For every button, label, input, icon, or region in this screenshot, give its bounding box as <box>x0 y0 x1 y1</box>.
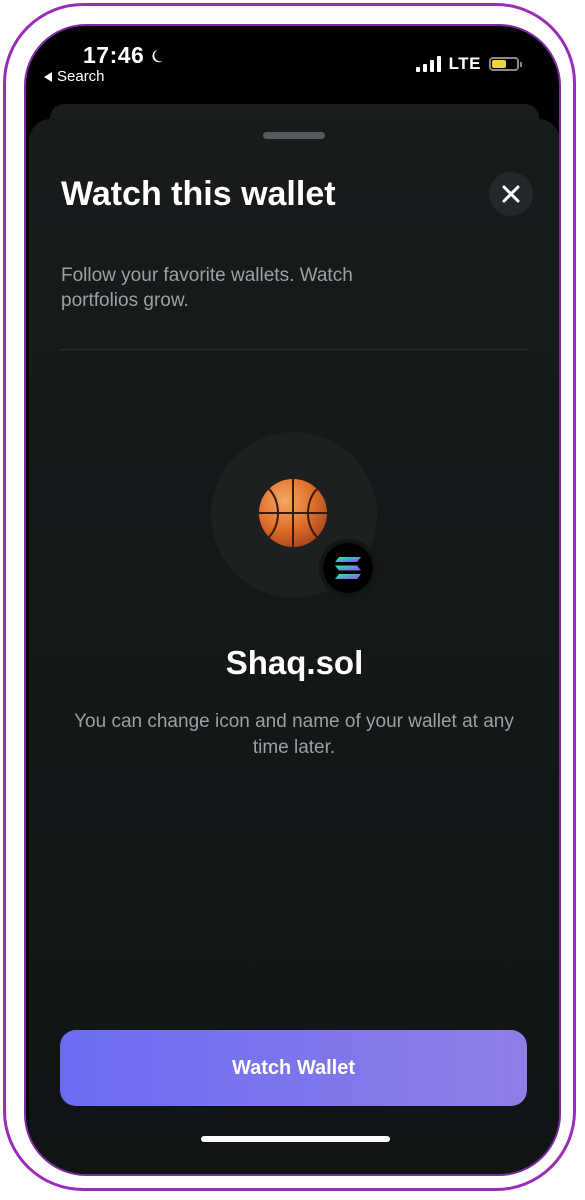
signal-icon <box>415 56 441 72</box>
close-button[interactable] <box>489 172 533 216</box>
phone-screen: 17:46 Search LTE Watch this wallet Follo… <box>24 24 561 1176</box>
moon-icon <box>152 49 163 62</box>
status-time: 17:46 <box>83 42 168 69</box>
close-icon <box>502 185 520 203</box>
wallet-name: Shaq.sol <box>225 644 364 681</box>
network-type: LTE <box>448 54 481 73</box>
wallet-hint: You can change icon and name of your wal… <box>74 711 514 758</box>
watch-wallet-sheet: Watch this wallet Follow your favorite w… <box>29 119 559 1174</box>
watch-wallet-button[interactable]: Watch Wallet <box>60 1030 527 1106</box>
battery-icon <box>489 57 522 71</box>
sheet-title: Watch this wallet <box>61 175 336 213</box>
back-label: Search <box>57 68 105 85</box>
divider <box>59 349 529 350</box>
basketball-icon <box>259 479 327 547</box>
sheet-subtitle: Follow your favorite wallets. Watch port… <box>61 265 353 311</box>
status-indicators: LTE <box>415 54 522 74</box>
chain-badge <box>319 539 377 597</box>
status-time-text: 17:46 <box>83 42 145 68</box>
back-to-search-link[interactable]: Search <box>44 68 105 85</box>
home-indicator[interactable] <box>201 1136 390 1142</box>
solana-icon <box>335 557 361 579</box>
sheet-grabber-handle[interactable] <box>263 132 325 139</box>
back-triangle-icon <box>44 71 52 82</box>
